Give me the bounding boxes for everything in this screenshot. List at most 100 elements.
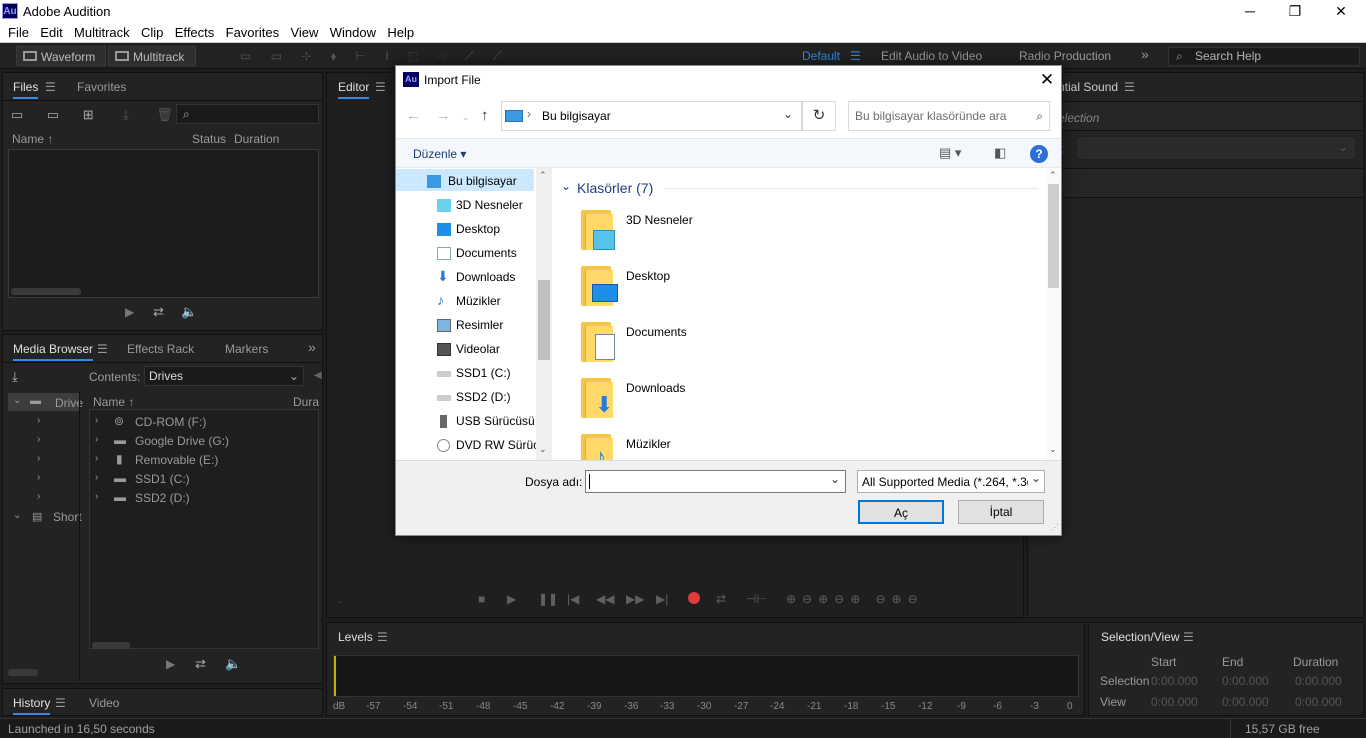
view-options-icon[interactable]: ▤ ▾ (939, 145, 961, 161)
tree-item-videos[interactable]: Videolar (437, 342, 500, 356)
tree-item-ssd1[interactable]: SSD1 (C:) (437, 366, 511, 380)
tab-media-browser[interactable]: Media Browser (13, 342, 94, 361)
expand-icon[interactable]: › (37, 434, 40, 445)
chevron-down-icon[interactable]: ⌄ (1028, 471, 1044, 492)
expand-icon[interactable]: › (95, 434, 98, 445)
menu-window[interactable]: Window (330, 22, 376, 40)
list-item[interactable]: › ▬ SSD1 (C:) (90, 469, 318, 487)
tab-levels[interactable]: Levels (338, 630, 373, 647)
expand-icon[interactable]: › (95, 415, 98, 426)
folder-name[interactable]: 3D Nesneler (626, 213, 693, 227)
tree-item-dvd[interactable]: DVD RW Sürüc (437, 438, 539, 452)
open-button[interactable]: Aç (858, 500, 944, 524)
files-list[interactable] (8, 149, 319, 298)
cancel-button[interactable]: İptal (958, 500, 1044, 524)
list-item[interactable]: › ▮ Removable (E:) (90, 450, 318, 468)
folder-name[interactable]: Desktop (626, 269, 670, 283)
breadcrumb[interactable]: Bu bilgisayar (542, 109, 611, 123)
expand-icon[interactable]: › (37, 453, 40, 464)
tab-files[interactable]: Files (13, 80, 39, 99)
tree-shortcuts[interactable]: Short (53, 510, 82, 524)
menu-view[interactable]: View (290, 22, 318, 40)
tab-video[interactable]: Video (89, 696, 119, 710)
dialog-close-icon[interactable]: ✕ (1037, 68, 1057, 92)
contents-dropdown[interactable]: Drives ⌄ (144, 366, 304, 386)
folder-icon[interactable] (581, 210, 617, 250)
tab-effects-rack[interactable]: Effects Rack (127, 342, 194, 356)
tab-markers[interactable]: Markers (225, 342, 268, 356)
tree-scrollbar[interactable]: ⌃ ⌄ (536, 168, 552, 460)
back-arrow-icon[interactable]: ← (406, 107, 421, 124)
files-search-input[interactable]: ⌕ (176, 104, 319, 124)
menu-multitrack[interactable]: Multitrack (74, 22, 130, 40)
address-bar[interactable]: › Bu bilgisayar ⌄ (501, 101, 802, 131)
expand-icon[interactable]: ⌄ (13, 395, 21, 406)
expand-icon[interactable]: › (95, 472, 98, 483)
preset-dropdown[interactable]: ⌄ (1078, 138, 1354, 158)
splitter[interactable] (79, 391, 89, 681)
preview-pane-icon[interactable]: ◧ (994, 145, 1006, 161)
workspace-default[interactable]: Default (802, 49, 840, 63)
selection-duration[interactable]: 0:00.000 (1295, 674, 1342, 688)
multitrack-button[interactable]: Multitrack (108, 46, 196, 66)
menu-favorites[interactable]: Favorites (226, 22, 279, 40)
fast-forward-icon[interactable]: ▶▶ (626, 592, 644, 606)
list-item[interactable]: › ▬ Google Drive (G:) (90, 431, 318, 449)
folder-list-scrollbar[interactable]: ⌃ ⌄ (1046, 168, 1061, 460)
play-icon[interactable]: ▶ (166, 657, 175, 671)
selection-view-menu-icon[interactable]: ☰ (1183, 630, 1194, 644)
expand-icon[interactable]: › (37, 491, 40, 502)
group-header[interactable]: Klasörler (7) (577, 180, 653, 196)
column-status[interactable]: Status (192, 132, 226, 146)
loop-icon[interactable]: ⇄ (195, 656, 206, 672)
rewind-icon[interactable]: ◀◀ (596, 592, 614, 606)
tree-item-pictures[interactable]: Resimler (437, 318, 503, 332)
tree-item-music[interactable]: ♪ Müzikler (437, 292, 501, 308)
help-icon[interactable]: ? (1030, 145, 1048, 163)
column-duration[interactable]: Duration (234, 132, 279, 146)
expand-icon[interactable]: › (95, 453, 98, 464)
waveform-button[interactable]: Waveform (16, 46, 106, 66)
chevron-down-icon[interactable]: ⌄ (561, 179, 571, 193)
workspace-menu-icon[interactable]: ☰ (850, 49, 861, 63)
folder-search-input[interactable]: Bu bilgisayar klasöründe ara ⌕ (848, 101, 1050, 131)
tree-item-desktop[interactable]: Desktop (437, 222, 500, 236)
record-icon[interactable] (688, 592, 700, 604)
list-item[interactable]: › ⊚ CD-ROM (F:) (90, 412, 318, 430)
tab-essential-sound[interactable]: ntial Sound (1058, 80, 1118, 97)
folder-name[interactable]: Downloads (626, 381, 685, 395)
loop-playback-icon[interactable]: ⇄ (716, 592, 726, 606)
expand-icon[interactable]: › (37, 472, 40, 483)
loop-icon[interactable]: ⇄ (153, 304, 164, 320)
maximize-button[interactable]: ❐ (1272, 0, 1318, 22)
tree-item-documents[interactable]: Documents (437, 246, 517, 260)
expand-icon[interactable]: ⌄ (13, 510, 21, 521)
tab-selection-view[interactable]: Selection/View (1101, 630, 1180, 647)
folder-icon[interactable]: ♪ (581, 434, 617, 460)
column-name[interactable]: Name ↑ (12, 132, 53, 146)
go-to-start-icon[interactable]: |◀ (567, 592, 579, 606)
stop-icon[interactable]: ■ (478, 592, 485, 606)
files-toolbar-icons[interactable]: ▭ ▭ ⊞ (11, 107, 104, 123)
folder-name[interactable]: Documents (626, 325, 687, 339)
essential-sound-menu-icon[interactable]: ☰ (1124, 80, 1135, 94)
folder-name[interactable]: Müzikler (626, 437, 671, 451)
refresh-icon[interactable]: ↻ (802, 101, 836, 131)
editor-menu-icon[interactable]: ☰ (375, 80, 386, 94)
filename-input[interactable]: ⌄ (585, 470, 846, 493)
history-menu-icon[interactable]: ☰ (55, 696, 66, 710)
recent-dropdown-icon[interactable]: ⌄ (462, 112, 470, 123)
column-name[interactable]: Name ↑ (93, 395, 134, 409)
play-icon[interactable]: ▶ (125, 305, 134, 319)
list-scrollbar[interactable] (92, 642, 130, 649)
tree-item-downloads[interactable]: ⬇ Downloads (437, 268, 515, 284)
files-menu-icon[interactable]: ☰ (45, 80, 56, 94)
view-start[interactable]: 0:00.000 (1151, 695, 1198, 709)
tree-item-this-pc[interactable]: Bu bilgisayar (427, 174, 517, 188)
forward-arrow-icon[interactable]: → (436, 107, 451, 124)
menu-help[interactable]: Help (387, 22, 414, 40)
pause-icon[interactable]: ❚❚ (538, 592, 558, 606)
workspace-edit-audio-to-video[interactable]: Edit Audio to Video (881, 49, 982, 63)
tree-item-ssd2[interactable]: SSD2 (D:) (437, 390, 511, 404)
up-arrow-icon[interactable]: ↑ (481, 107, 489, 124)
